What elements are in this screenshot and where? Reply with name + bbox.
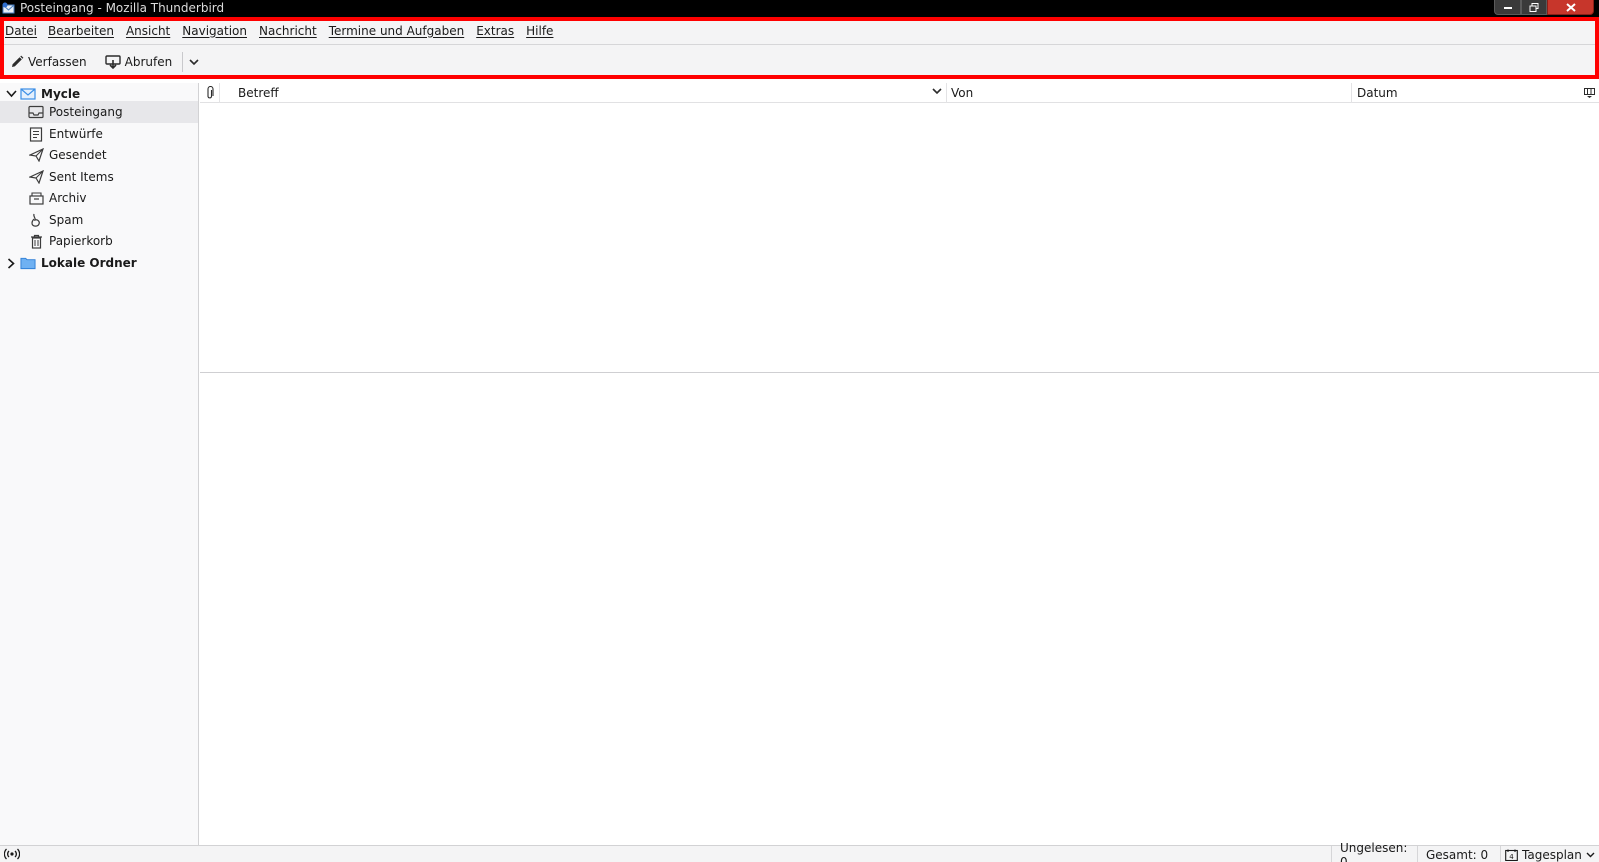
folder-item-spam[interactable]: Spam	[0, 209, 198, 231]
menu-nachricht[interactable]: Nachricht	[259, 23, 317, 39]
online-status-icon[interactable]	[4, 848, 20, 860]
folder-label: Sent Items	[49, 170, 114, 184]
folder-item-sent-items[interactable]: Sent Items	[0, 166, 198, 188]
pencil-icon	[12, 55, 24, 67]
inbox-icon	[28, 104, 44, 120]
account-name: Mycle	[41, 87, 81, 101]
folder-account-local[interactable]: Lokale Ordner	[0, 252, 198, 274]
folder-label: Gesendet	[49, 148, 107, 162]
folder-label: Spam	[49, 213, 84, 227]
get-mail-button[interactable]: Abrufen	[103, 50, 179, 74]
today-pane-label: Tagesplan	[1522, 847, 1582, 862]
drafts-icon	[28, 126, 44, 142]
sent-icon	[28, 147, 44, 163]
toolbar-separator	[182, 52, 184, 72]
thunderbird-logo-icon	[2, 2, 15, 14]
svg-text:4: 4	[1509, 853, 1514, 861]
title-bar: Posteingang - Mozilla Thunderbird	[0, 0, 1599, 17]
archive-icon	[28, 190, 44, 206]
chevron-down-icon	[189, 58, 199, 65]
message-pane	[200, 374, 1599, 845]
folder-item-posteingang[interactable]: Posteingang	[0, 101, 198, 123]
sort-chevron-down-icon	[932, 88, 942, 95]
download-icon	[104, 55, 121, 70]
total-count: Gesamt: 0	[1417, 846, 1500, 862]
column-from-label: Von	[951, 86, 974, 100]
menu-ansicht[interactable]: Ansicht	[126, 23, 170, 39]
column-attachment[interactable]	[200, 83, 220, 103]
total-label: Gesamt: 0	[1426, 847, 1489, 862]
mail-toolbar: Verfassen Abrufen	[0, 44, 1599, 79]
restore-button[interactable]	[1521, 0, 1547, 15]
paperclip-icon	[206, 86, 214, 99]
folder-item-archiv[interactable]: Archiv	[0, 187, 198, 209]
folder-label: Posteingang	[49, 105, 123, 119]
chevron-down-icon	[1586, 852, 1595, 857]
status-bar: Ungelesen: 0 Gesamt: 0 4 Tagesplan	[0, 841, 1599, 862]
column-picker-icon	[1583, 88, 1595, 98]
menu-hilfe[interactable]: Hilfe	[526, 23, 553, 39]
get-mail-dropdown[interactable]	[186, 52, 202, 72]
close-icon	[1565, 2, 1576, 12]
column-subject-label: Betreff	[238, 86, 279, 100]
column-picker[interactable]	[1579, 83, 1599, 103]
folder-item-papierkorb[interactable]: Papierkorb	[0, 230, 198, 252]
spam-icon	[28, 212, 44, 228]
folder-pane: Mycle Posteingang Entwürfe Gesendet Sent…	[0, 83, 199, 845]
column-date[interactable]: Datum	[1352, 83, 1578, 103]
mail-account-icon	[20, 86, 36, 102]
close-button[interactable]	[1547, 0, 1594, 15]
thread-column-header: Betreff Von Datum	[200, 83, 1599, 103]
local-folders-name: Lokale Ordner	[41, 256, 137, 270]
folder-item-entwurfe[interactable]: Entwürfe	[0, 123, 198, 145]
menu-navigation[interactable]: Navigation	[182, 23, 247, 39]
thread-pane: Betreff Von Datum	[200, 83, 1599, 373]
unread-count: Ungelesen: 0	[1331, 841, 1417, 862]
compose-label: Verfassen	[28, 55, 87, 69]
trash-icon	[28, 233, 44, 249]
sent-icon	[28, 169, 44, 185]
menu-datei[interactable]: Datei	[5, 23, 37, 39]
menu-bearbeiten[interactable]: Bearbeiten	[48, 23, 114, 39]
chevron-down-icon[interactable]	[5, 88, 17, 100]
today-pane-toggle[interactable]: 4 Tagesplan	[1500, 846, 1599, 862]
window-title: Posteingang - Mozilla Thunderbird	[20, 1, 225, 15]
menu-extras[interactable]: Extras	[476, 23, 514, 39]
minimize-icon	[1503, 7, 1512, 9]
menu-termine-und-aufgaben[interactable]: Termine und Aufgaben	[329, 23, 464, 39]
column-from[interactable]: Von	[947, 83, 1352, 103]
compose-button[interactable]: Verfassen	[8, 50, 93, 74]
folder-item-gesendet[interactable]: Gesendet	[0, 144, 198, 166]
calendar-icon: 4	[1505, 849, 1518, 861]
folder-label: Papierkorb	[49, 234, 113, 248]
menu-bar: Datei Bearbeiten Ansicht Navigation Nach…	[0, 17, 1599, 44]
restore-icon	[1529, 2, 1539, 12]
folder-label: Archiv	[49, 191, 87, 205]
folder-label: Entwürfe	[49, 127, 103, 141]
minimize-button[interactable]	[1494, 0, 1521, 15]
chevron-right-icon[interactable]	[5, 257, 17, 269]
unread-label: Ungelesen: 0	[1340, 840, 1408, 862]
folder-icon	[20, 255, 36, 271]
column-subject[interactable]: Betreff	[220, 83, 947, 103]
get-mail-label: Abrufen	[124, 55, 173, 69]
column-date-label: Datum	[1357, 86, 1398, 100]
